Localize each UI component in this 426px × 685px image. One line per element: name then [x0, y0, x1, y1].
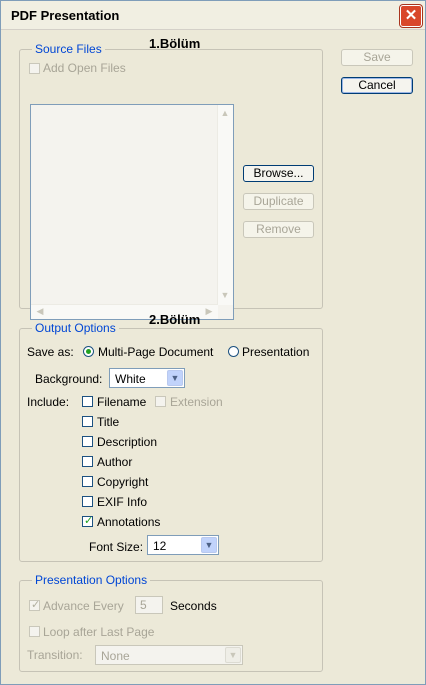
browse-button[interactable]: Browse... — [243, 165, 314, 182]
author-checkbox[interactable] — [82, 456, 93, 467]
extension-checkbox[interactable] — [155, 396, 166, 407]
title-label: Title — [97, 415, 120, 429]
output-options-group: Output Options Save as: Multi-Page Docum… — [19, 321, 323, 562]
presentation-options-legend: Presentation Options — [32, 573, 151, 587]
scroll-right-icon[interactable]: ▶ — [202, 305, 216, 319]
close-button[interactable]: ✕ — [400, 5, 422, 27]
source-files-legend: Source Files — [32, 42, 105, 56]
add-open-files-label: Add Open Files — [43, 61, 126, 75]
duplicate-button[interactable]: Duplicate — [243, 193, 314, 210]
font-size-value: 12 — [153, 539, 167, 553]
chevron-down-icon[interactable]: ▼ — [201, 537, 217, 553]
scroll-up-icon[interactable]: ▲ — [218, 107, 232, 121]
transition-label: Transition: — [27, 648, 83, 662]
source-files-group: Source Files Add Open Files ▲ ▼ ◀ ▶ Brow… — [19, 42, 323, 320]
title-bar[interactable]: PDF Presentation ✕ — [1, 1, 425, 30]
check-icon: ✓ — [31, 599, 41, 611]
annotations-checkbox[interactable]: ✓ — [82, 515, 94, 527]
exif-info-checkbox[interactable] — [82, 496, 93, 507]
seconds-input[interactable]: 5 — [135, 596, 163, 614]
title-checkbox[interactable] — [82, 416, 93, 427]
background-label: Background: — [35, 372, 103, 386]
radio-selected-dot — [86, 349, 91, 354]
list-vertical-scrollbar[interactable]: ▲ ▼ — [217, 105, 233, 305]
annotations-label: Annotations — [97, 515, 161, 529]
loop-after-last-page-checkbox[interactable] — [29, 626, 40, 637]
remove-button[interactable]: Remove — [243, 221, 314, 238]
filename-checkbox[interactable] — [82, 396, 93, 407]
background-select[interactable]: White ▼ — [109, 368, 185, 388]
window-title: PDF Presentation — [11, 8, 120, 23]
description-checkbox[interactable] — [82, 436, 93, 447]
filename-label: Filename — [97, 395, 147, 409]
source-files-list[interactable]: ▲ ▼ ◀ ▶ — [30, 104, 234, 320]
include-label: Include: — [27, 395, 70, 409]
chevron-down-icon[interactable]: ▼ — [225, 647, 241, 663]
advance-every-label: Advance Every — [43, 599, 124, 613]
advance-every-checkbox[interactable]: ✓ — [29, 599, 41, 611]
background-value: White — [115, 372, 146, 386]
transition-select[interactable]: None ▼ — [95, 645, 243, 665]
add-open-files-checkbox[interactable] — [29, 63, 40, 74]
copyright-label: Copyright — [97, 475, 149, 489]
close-icon: ✕ — [404, 7, 418, 24]
multi-page-document-label: Multi-Page Document — [98, 345, 214, 359]
dialog-client-area: Save Cancel 1.Bölüm Source Files Add Ope… — [1, 30, 425, 684]
save-button[interactable]: Save — [341, 49, 413, 66]
radio-multi-page-document[interactable] — [83, 346, 94, 357]
description-label: Description — [97, 435, 158, 449]
output-options-legend: Output Options — [32, 321, 119, 335]
scroll-left-icon[interactable]: ◀ — [33, 305, 47, 319]
cancel-button[interactable]: Cancel — [341, 77, 413, 94]
check-icon: ✓ — [84, 515, 94, 527]
presentation-options-group: Presentation Options ✓ Advance Every 5 S… — [19, 573, 323, 672]
exif-info-label: EXIF Info — [97, 495, 148, 509]
presentation-label: Presentation — [242, 345, 310, 359]
save-as-label: Save as: — [27, 345, 74, 359]
seconds-label: Seconds — [170, 599, 217, 613]
transition-value: None — [101, 649, 130, 663]
font-size-label: Font Size: — [89, 540, 144, 554]
scroll-down-icon[interactable]: ▼ — [218, 289, 232, 303]
section-note-2: 2.Bölüm — [149, 312, 201, 327]
radio-presentation[interactable] — [228, 346, 239, 357]
author-label: Author — [97, 455, 133, 469]
loop-after-last-page-label: Loop after Last Page — [43, 625, 155, 639]
copyright-checkbox[interactable] — [82, 476, 93, 487]
chevron-down-icon[interactable]: ▼ — [167, 370, 183, 386]
font-size-select[interactable]: 12 ▼ — [147, 535, 219, 555]
extension-label: Extension — [170, 395, 223, 409]
pdf-presentation-dialog: PDF Presentation ✕ Save Cancel 1.Bölüm S… — [0, 0, 426, 685]
